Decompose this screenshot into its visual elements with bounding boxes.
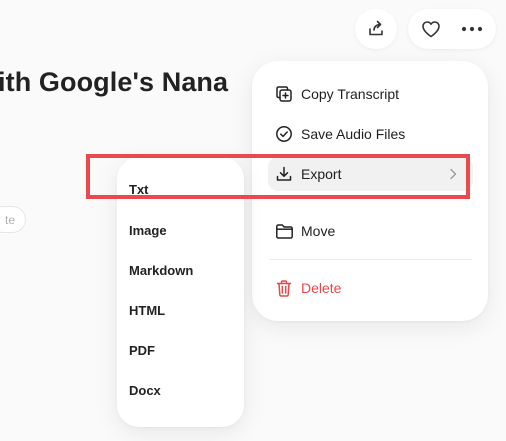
- tag-badge[interactable]: te: [0, 206, 26, 233]
- menu-item-save-audio[interactable]: Save Audio Files: [268, 117, 473, 151]
- menu-item-label: Save Audio Files: [301, 126, 406, 142]
- menu-item-label: Move: [301, 223, 336, 239]
- menu-item-label: Delete: [301, 280, 342, 296]
- trash-icon: [274, 278, 294, 298]
- share-icon: [369, 20, 383, 36]
- more-options-button[interactable]: [456, 15, 488, 43]
- export-option-pdf[interactable]: PDF: [129, 341, 155, 361]
- export-option-html[interactable]: HTML: [129, 301, 165, 321]
- favorite-button[interactable]: [416, 15, 446, 43]
- share-button[interactable]: [355, 9, 397, 49]
- copy-icon: [274, 84, 294, 104]
- export-option-image[interactable]: Image: [129, 221, 167, 241]
- menu-item-move[interactable]: Move: [268, 214, 473, 248]
- menu-item-label: Copy Transcript: [301, 86, 400, 102]
- export-option-docx[interactable]: Docx: [129, 381, 161, 401]
- page-title: ith Google's Nana: [0, 67, 229, 97]
- export-highlight-box: [86, 154, 470, 199]
- menu-item-copy-transcript[interactable]: Copy Transcript: [268, 77, 473, 111]
- menu-divider: [270, 259, 472, 260]
- more-horizontal-icon: [461, 26, 483, 32]
- actions-group: [408, 9, 496, 49]
- heart-icon: [422, 21, 440, 38]
- export-option-markdown[interactable]: Markdown: [129, 261, 193, 281]
- check-circle-icon: [274, 124, 294, 144]
- menu-item-delete[interactable]: Delete: [268, 271, 473, 305]
- folder-icon: [274, 221, 294, 241]
